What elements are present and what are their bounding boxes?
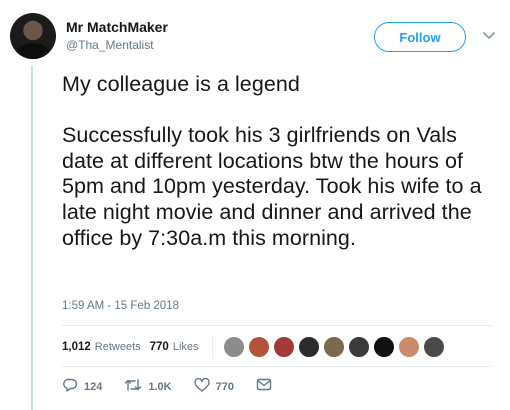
retweet-count: 1.0K (148, 381, 172, 393)
stats-separator (211, 335, 213, 359)
likes-stat[interactable]: 770 Likes (150, 341, 199, 353)
tweet-text: My colleague is a legend Successfully to… (62, 72, 482, 250)
divider (62, 325, 492, 326)
tweet-timestamp[interactable]: 1:59 AM - 15 Feb 2018 (62, 300, 179, 312)
liker-avatar-9[interactable] (422, 336, 445, 358)
liker-avatar-2[interactable] (247, 336, 270, 358)
liker-avatar-3[interactable] (272, 336, 295, 358)
heart-icon (193, 377, 210, 397)
display-name[interactable]: Mr MatchMaker (66, 18, 168, 36)
user-info[interactable]: Mr MatchMaker @Tha_Mentalist (66, 18, 168, 53)
retweets-label: Retweets (94, 341, 141, 353)
like-count: 770 (215, 381, 234, 393)
retweets-stat[interactable]: 1,012 Retweets (62, 341, 141, 353)
tweet-header: Mr MatchMaker @Tha_Mentalist Follow (10, 12, 500, 62)
liker-avatar-1[interactable] (222, 336, 245, 358)
retweet-button[interactable]: 1.0K (124, 378, 172, 397)
direct-message-button[interactable] (256, 378, 272, 396)
envelope-icon (256, 378, 272, 396)
liker-avatar-6[interactable] (347, 336, 370, 358)
divider (62, 366, 492, 367)
avatar[interactable] (10, 13, 56, 59)
reply-count: 124 (84, 381, 103, 393)
liker-avatars (222, 336, 448, 358)
retweet-icon (124, 378, 142, 397)
tweet-stats: 1,012 Retweets 770 Likes (62, 332, 448, 362)
chevron-down-icon[interactable] (480, 27, 498, 45)
follow-button[interactable]: Follow (374, 22, 466, 52)
reply-icon (62, 378, 78, 397)
likes-label: Likes (172, 341, 199, 353)
reply-button[interactable]: 124 (62, 378, 102, 397)
tweet-actions: 124 1.0K 770 (62, 376, 294, 398)
liker-avatar-5[interactable] (322, 336, 345, 358)
liker-avatar-8[interactable] (397, 336, 420, 358)
avatar-silhouette (16, 43, 50, 59)
liker-avatar-7[interactable] (372, 336, 395, 358)
liker-avatar-4[interactable] (297, 336, 320, 358)
thread-line (31, 66, 33, 410)
like-button[interactable]: 770 (193, 377, 234, 397)
likes-count: 770 (149, 341, 169, 353)
retweets-count: 1,012 (62, 341, 91, 353)
user-handle[interactable]: @Tha_Mentalist (66, 37, 168, 53)
